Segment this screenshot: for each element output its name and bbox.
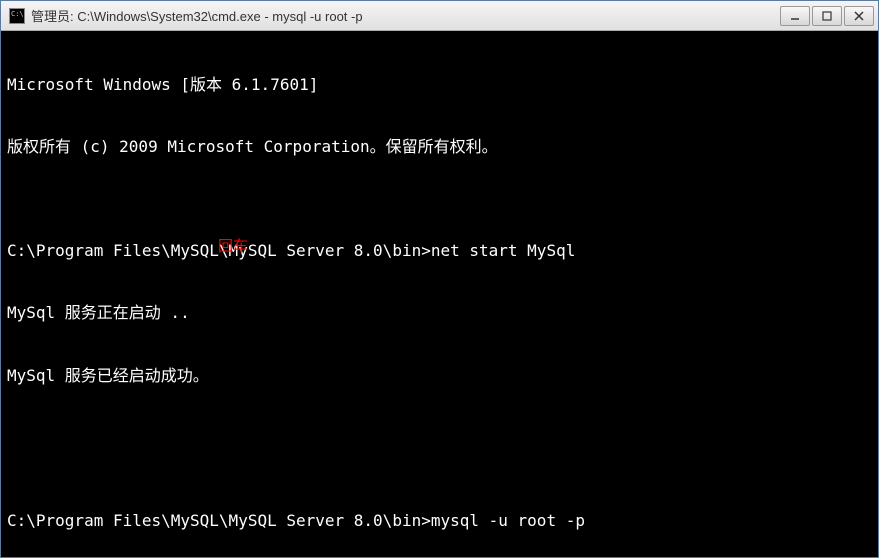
terminal-line: MySql 服务已经启动成功。 — [7, 366, 872, 387]
maximize-button[interactable] — [812, 6, 842, 26]
cmd-icon — [9, 8, 25, 24]
terminal-line: Microsoft Windows [版本 6.1.7601] — [7, 75, 872, 96]
titlebar[interactable]: 管理员: C:\Windows\System32\cmd.exe - mysql… — [1, 1, 878, 31]
cmd-window: 管理员: C:\Windows\System32\cmd.exe - mysql… — [0, 0, 879, 558]
minimize-icon — [790, 11, 800, 21]
close-button[interactable] — [844, 6, 874, 26]
window-title: 管理员: C:\Windows\System32\cmd.exe - mysql… — [31, 6, 780, 25]
terminal-line: C:\Program Files\MySQL\MySQL Server 8.0\… — [7, 241, 872, 262]
terminal-area[interactable]: Microsoft Windows [版本 6.1.7601] 版权所有 (c)… — [1, 31, 878, 557]
maximize-icon — [822, 11, 832, 21]
minimize-button[interactable] — [780, 6, 810, 26]
annotation-enter: 回车 — [218, 237, 248, 257]
close-icon — [854, 11, 864, 21]
terminal-line: C:\Program Files\MySQL\MySQL Server 8.0\… — [7, 511, 872, 532]
terminal-line: MySql 服务正在启动 .. — [7, 303, 872, 324]
terminal-line: 版权所有 (c) 2009 Microsoft Corporation。保留所有… — [7, 137, 872, 158]
window-controls — [780, 6, 874, 26]
